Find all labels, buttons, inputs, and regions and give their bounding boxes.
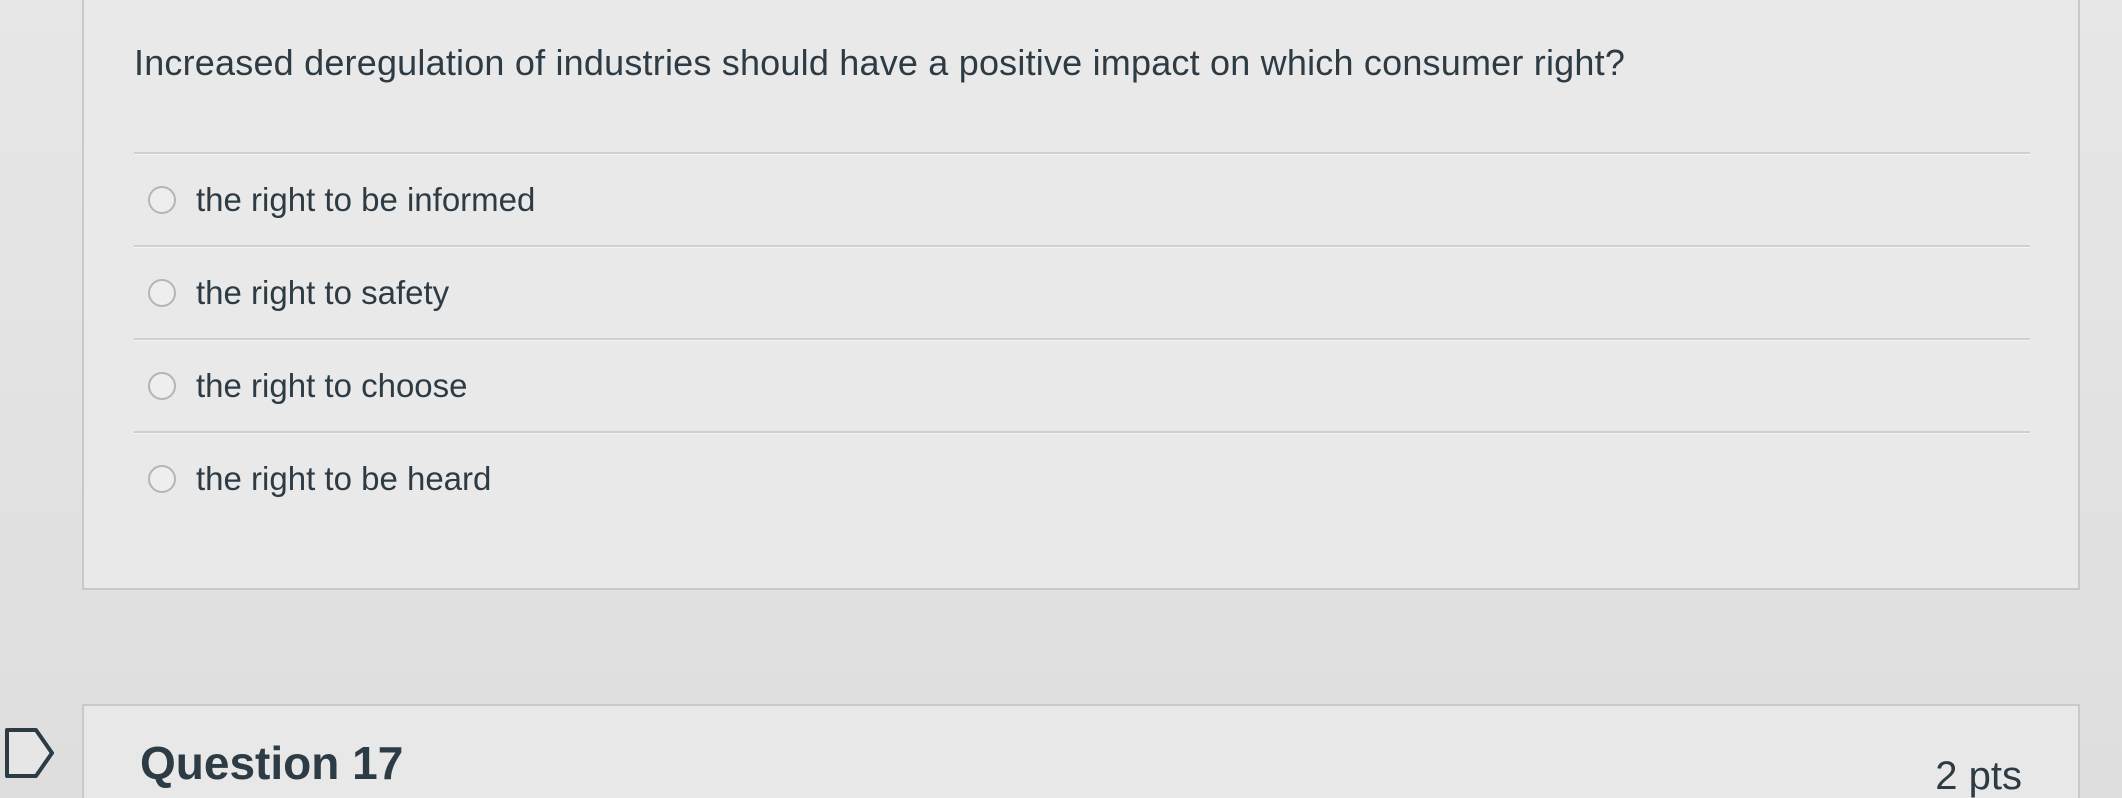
question-points: 2 pts: [1935, 754, 2022, 798]
quiz-page: Increased deregulation of industries sho…: [0, 0, 2122, 798]
answer-label: the right to safety: [196, 274, 450, 311]
radio-button[interactable]: [148, 465, 176, 493]
answer-option-informed[interactable]: the right to be informed: [134, 155, 2030, 245]
flag-marker-icon[interactable]: [4, 726, 56, 780]
answer-option-choose[interactable]: the right to choose: [134, 341, 2030, 431]
question-card: Increased deregulation of industries sho…: [82, 0, 2080, 590]
question-text: Increased deregulation of industries sho…: [134, 42, 1626, 83]
answer-option-safety[interactable]: the right to safety: [134, 248, 2030, 338]
next-question-card: Question 17 2 pts: [82, 704, 2080, 798]
answer-label: the right to be informed: [196, 181, 536, 218]
radio-button[interactable]: [148, 279, 176, 307]
question-number: Question 17: [140, 737, 404, 789]
answer-list: the right to be informed the right to sa…: [134, 152, 2030, 524]
answer-label: the right to choose: [196, 367, 468, 404]
answer-option-heard[interactable]: the right to be heard: [134, 434, 2030, 524]
answer-label: the right to be heard: [196, 460, 492, 497]
radio-button[interactable]: [148, 186, 176, 214]
radio-button[interactable]: [148, 372, 176, 400]
